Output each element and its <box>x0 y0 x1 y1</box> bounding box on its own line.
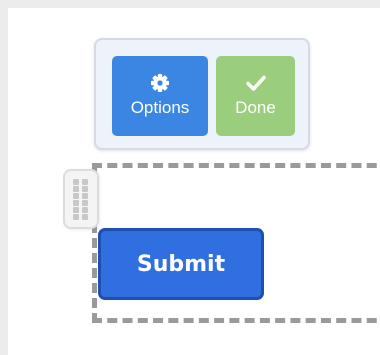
checkmark-icon <box>216 73 295 93</box>
options-button-label: Options <box>130 98 190 117</box>
gear-icon <box>112 73 208 93</box>
submit-button[interactable]: Submit <box>98 228 264 300</box>
options-button[interactable]: Options <box>112 56 208 136</box>
floating-toolbar: Options Done <box>94 38 310 150</box>
done-button-label: Done <box>235 98 276 117</box>
drag-handle[interactable] <box>63 169 99 229</box>
done-button[interactable]: Done <box>216 56 295 136</box>
grip-dots-icon <box>73 179 89 220</box>
